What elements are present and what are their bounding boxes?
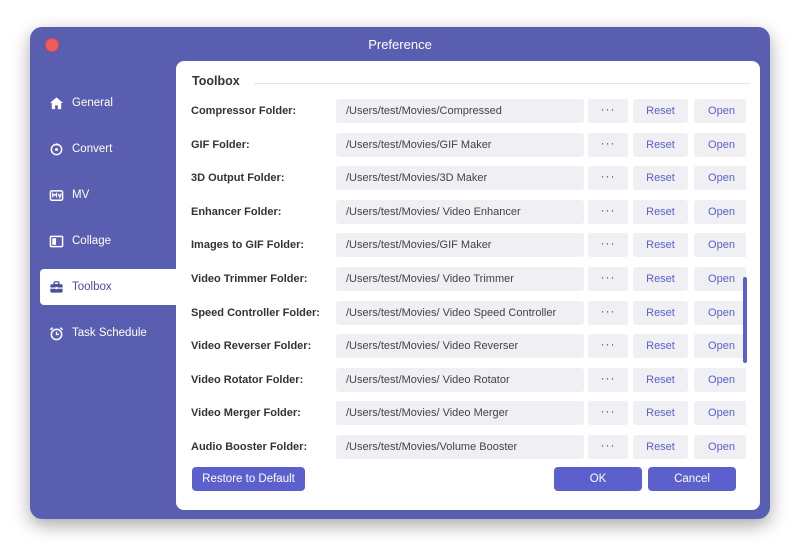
sidebar-item-collage[interactable]: Collage xyxy=(30,223,176,259)
open-button[interactable]: Open xyxy=(694,267,746,291)
reset-button[interactable]: Reset xyxy=(633,367,688,392)
reset-button[interactable]: Reset xyxy=(633,233,688,258)
folder-row: Audio Booster Folder: /Users/test/Movies… xyxy=(176,435,746,459)
folder-path-field[interactable]: /Users/test/Movies/ Video Speed Controll… xyxy=(336,300,584,325)
ok-button[interactable]: OK xyxy=(554,467,642,491)
folder-path-field[interactable]: /Users/test/Movies/GIF Maker xyxy=(336,132,584,157)
open-button[interactable]: Open xyxy=(694,199,746,224)
folder-row: Enhancer Folder: /Users/test/Movies/ Vid… xyxy=(176,199,746,224)
open-button[interactable]: Open xyxy=(694,233,746,258)
folder-label: Video Trimmer Folder: xyxy=(191,273,308,285)
folder-label: GIF Folder: xyxy=(191,138,250,151)
folder-path-field[interactable]: /Users/test/Movies/ Video Reverser xyxy=(336,334,584,359)
reset-button[interactable]: Reset xyxy=(633,199,688,224)
alarm-clock-icon xyxy=(48,325,64,341)
reset-button[interactable]: Reset xyxy=(633,99,688,123)
open-button[interactable]: Open xyxy=(694,166,746,191)
home-icon xyxy=(48,95,64,111)
scrollbar[interactable] xyxy=(743,277,747,363)
browse-button[interactable]: ··· xyxy=(588,166,628,191)
browse-button[interactable]: ··· xyxy=(588,233,628,258)
sidebar-item-label: General xyxy=(72,97,113,109)
open-button[interactable]: Open xyxy=(694,334,746,359)
folder-row: Video Reverser Folder: /Users/test/Movie… xyxy=(176,334,746,359)
folder-label: Video Reverser Folder: xyxy=(191,340,312,353)
folder-list[interactable]: Compressor Folder: /Users/test/Movies/Co… xyxy=(176,99,746,477)
folder-label: 3D Output Folder: xyxy=(191,172,285,185)
section-title: Toolbox xyxy=(192,74,240,88)
browse-button[interactable]: ··· xyxy=(588,99,628,123)
mv-icon xyxy=(48,187,64,203)
sidebar-item-label: Convert xyxy=(72,143,113,155)
restore-default-button[interactable]: Restore to Default xyxy=(192,467,305,491)
convert-icon xyxy=(48,141,64,157)
reset-button[interactable]: Reset xyxy=(633,401,688,426)
reset-button[interactable]: Reset xyxy=(633,334,688,359)
sidebar-item-mv[interactable]: MV xyxy=(30,177,176,213)
folder-label: Enhancer Folder: xyxy=(191,205,282,218)
folder-row: Images to GIF Folder: /Users/test/Movies… xyxy=(176,233,746,258)
sidebar-item-label: Toolbox xyxy=(72,281,112,293)
reset-button[interactable]: Reset xyxy=(633,132,688,157)
sidebar-item-label: MV xyxy=(72,189,90,201)
sidebar: General Convert MV Collage Toolbox Task … xyxy=(30,85,176,361)
folder-path-field[interactable]: /Users/test/Movies/ Video Trimmer xyxy=(336,267,584,291)
sidebar-item-label: Collage xyxy=(72,235,111,247)
reset-button[interactable]: Reset xyxy=(633,267,688,291)
folder-label: Speed Controller Folder: xyxy=(191,306,320,319)
folder-path-field[interactable]: /Users/test/Movies/GIF Maker xyxy=(336,233,584,258)
reset-button[interactable]: Reset xyxy=(633,166,688,191)
section-divider xyxy=(254,83,750,84)
sidebar-item-toolbox[interactable]: Toolbox xyxy=(40,269,176,305)
folder-label: Video Rotator Folder: xyxy=(191,373,304,386)
reset-button[interactable]: Reset xyxy=(633,300,688,325)
folder-row: 3D Output Folder: /Users/test/Movies/3D … xyxy=(176,166,746,191)
settings-panel: Toolbox Compressor Folder: /Users/test/M… xyxy=(176,61,760,510)
folder-label: Compressor Folder: xyxy=(191,105,297,117)
folder-label: Video Merger Folder: xyxy=(191,407,301,420)
folder-path-field[interactable]: /Users/test/Movies/Compressed xyxy=(336,99,584,123)
open-button[interactable]: Open xyxy=(694,300,746,325)
folder-path-field[interactable]: /Users/test/Movies/ Video Rotator xyxy=(336,367,584,392)
folder-label: Audio Booster Folder: xyxy=(191,441,308,453)
folder-row: Video Trimmer Folder: /Users/test/Movies… xyxy=(176,267,746,291)
folder-path-field[interactable]: /Users/test/Movies/ Video Enhancer xyxy=(336,199,584,224)
window-title: Preference xyxy=(368,37,432,52)
folder-path-field[interactable]: /Users/test/Movies/ Video Merger xyxy=(336,401,584,426)
browse-button[interactable]: ··· xyxy=(588,267,628,291)
collage-icon xyxy=(48,233,64,249)
cancel-button[interactable]: Cancel xyxy=(648,467,736,491)
open-button[interactable]: Open xyxy=(694,435,746,459)
folder-label: Images to GIF Folder: xyxy=(191,239,305,252)
toolbox-icon xyxy=(48,279,64,295)
open-button[interactable]: Open xyxy=(694,99,746,123)
preference-window: Preference General Convert MV Collage To… xyxy=(30,27,770,519)
folder-row: Video Rotator Folder: /Users/test/Movies… xyxy=(176,367,746,392)
browse-button[interactable]: ··· xyxy=(588,300,628,325)
sidebar-item-label: Task Schedule xyxy=(72,327,147,339)
sidebar-item-convert[interactable]: Convert xyxy=(30,131,176,167)
browse-button[interactable]: ··· xyxy=(588,435,628,459)
folder-row: Speed Controller Folder: /Users/test/Mov… xyxy=(176,300,746,325)
sidebar-item-general[interactable]: General xyxy=(30,85,176,121)
folder-path-field[interactable]: /Users/test/Movies/3D Maker xyxy=(336,166,584,191)
open-button[interactable]: Open xyxy=(694,401,746,426)
open-button[interactable]: Open xyxy=(694,367,746,392)
browse-button[interactable]: ··· xyxy=(588,367,628,392)
browse-button[interactable]: ··· xyxy=(588,401,628,426)
folder-row: Compressor Folder: /Users/test/Movies/Co… xyxy=(176,99,746,123)
sidebar-item-task-schedule[interactable]: Task Schedule xyxy=(30,315,176,351)
open-button[interactable]: Open xyxy=(694,132,746,157)
reset-button[interactable]: Reset xyxy=(633,435,688,459)
browse-button[interactable]: ··· xyxy=(588,199,628,224)
folder-row: Video Merger Folder: /Users/test/Movies/… xyxy=(176,401,746,426)
folder-row: GIF Folder: /Users/test/Movies/GIF Maker… xyxy=(176,132,746,157)
browse-button[interactable]: ··· xyxy=(588,132,628,157)
browse-button[interactable]: ··· xyxy=(588,334,628,359)
folder-path-field[interactable]: /Users/test/Movies/Volume Booster xyxy=(336,435,584,459)
